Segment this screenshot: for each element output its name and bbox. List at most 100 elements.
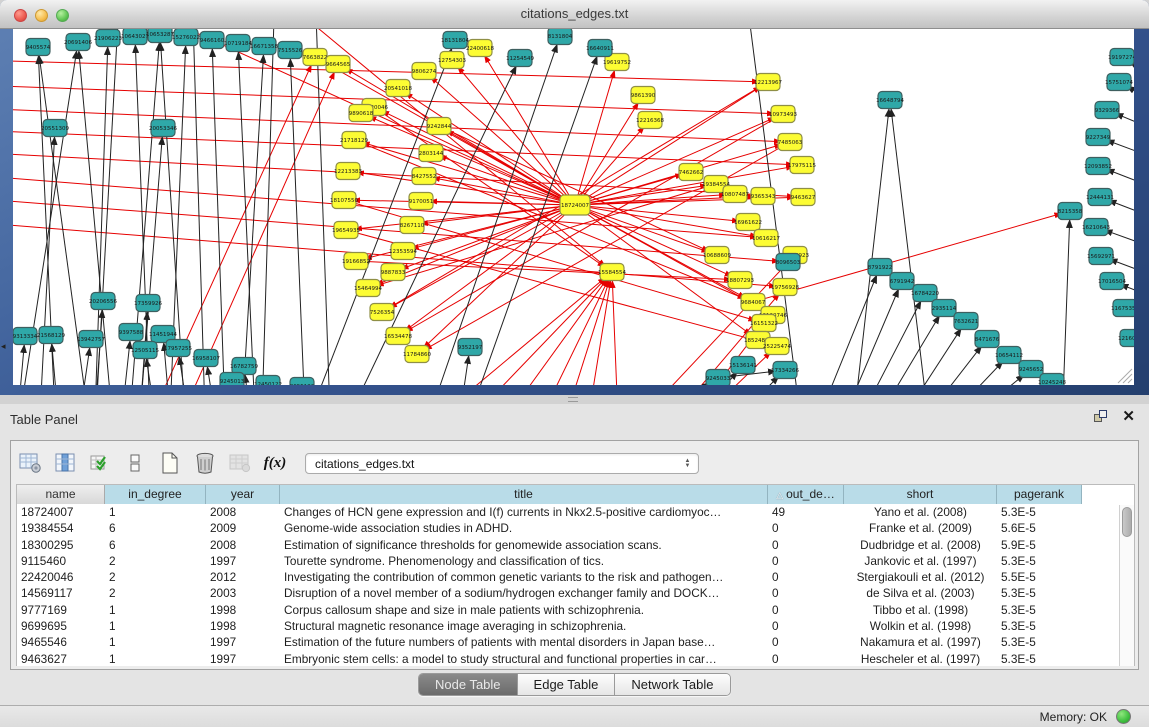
table-cell: 1998 — [206, 602, 280, 618]
table-cell: 1 — [105, 504, 206, 520]
column-header-year[interactable]: year — [206, 485, 280, 504]
table-cell: 9465546 — [17, 634, 105, 650]
table-row[interactable]: 977716911998Corpus callosum shape and si… — [17, 602, 1134, 618]
table-cell: 2008 — [206, 537, 280, 553]
table-row[interactable]: 946554611997Estimation of the future num… — [17, 634, 1134, 650]
table-settings-icon[interactable] — [17, 450, 43, 476]
horizontal-splitter[interactable] — [0, 395, 1149, 404]
status-bar: Memory: OK — [0, 705, 1149, 727]
table-row[interactable]: 2242004622012Investigating the contribut… — [17, 569, 1134, 585]
table-cell: 1 — [105, 651, 206, 666]
table-cell: Hescheler et al. (1997) — [844, 651, 997, 666]
table-cell: 18300295 — [17, 537, 105, 553]
table-cell: 0 — [768, 585, 844, 601]
sort-ascending-icon: △ — [776, 490, 783, 500]
rows-icon[interactable] — [122, 450, 148, 476]
column-header-short[interactable]: short — [844, 485, 997, 504]
panel-title: Table Panel — [10, 412, 78, 427]
table-check-icon[interactable] — [87, 450, 113, 476]
table-cell: Estimation of significance thresholds fo… — [280, 537, 768, 553]
close-panel-icon[interactable]: ✕ — [1122, 410, 1135, 423]
table-cell: 5.6E-5 — [997, 520, 1082, 536]
table-cell: 22420046 — [17, 569, 105, 585]
table-cell: Yano et al. (2008) — [844, 504, 997, 520]
table-cell: 2 — [105, 569, 206, 585]
dropdown-stepper-icon: ▲▼ — [680, 456, 695, 472]
table-row[interactable]: 911546021997Tourette syndrome. Phenomeno… — [17, 553, 1134, 569]
table-cell: 1998 — [206, 618, 280, 634]
table-cell: 9699695 — [17, 618, 105, 634]
table-body: 1872400712008Changes of HCN gene express… — [17, 504, 1134, 666]
table-cell: 18724007 — [17, 504, 105, 520]
column-header-in-degree[interactable]: in_degree — [105, 485, 206, 504]
table-cell: 49 — [768, 504, 844, 520]
column-header-filler — [1082, 485, 1134, 504]
table-cell: 5.3E-5 — [997, 634, 1082, 650]
network-canvas[interactable] — [13, 29, 1134, 385]
table-row[interactable]: 1456911722003Disruption of a novel membe… — [17, 585, 1134, 601]
table-cell: 2003 — [206, 585, 280, 601]
memory-status-label: Memory: OK — [1040, 710, 1107, 724]
table-cell: 2 — [105, 585, 206, 601]
table-cell: de Silva et al. (2003) — [844, 585, 997, 601]
tab-node-table[interactable]: Node Table — [419, 674, 518, 695]
table-cell: Disruption of a novel member of a sodium… — [280, 585, 768, 601]
scrollbar-thumb[interactable] — [1122, 507, 1132, 537]
network-select-value: citations_edges.txt — [315, 457, 414, 471]
table-cell: Tibbo et al. (1998) — [844, 602, 997, 618]
table-column-icon[interactable] — [52, 450, 78, 476]
table-cell: 5.5E-5 — [997, 569, 1082, 585]
table-toolbar: f(x) citations_edges.txt ▲▼ — [17, 445, 699, 481]
citation-edge-black — [1139, 343, 1149, 358]
table-cell: 5.3E-5 — [997, 602, 1082, 618]
table-cell: 5.3E-5 — [997, 504, 1082, 520]
table-cell: 5.9E-5 — [997, 537, 1082, 553]
table-type-tabbar: Node Table Edge Table Network Table — [0, 673, 1149, 697]
table-cell: Genome-wide association studies in ADHD. — [280, 520, 768, 536]
column-header-title[interactable]: title — [280, 485, 768, 504]
network-window-titlebar[interactable]: citations_edges.txt — [0, 0, 1149, 29]
table-cell: 9463627 — [17, 651, 105, 666]
new-file-icon[interactable] — [157, 450, 183, 476]
table-cell: Structural magnetic resonance image aver… — [280, 618, 768, 634]
table-cell: 1997 — [206, 553, 280, 569]
table-cell: 2012 — [206, 569, 280, 585]
citation-edge-black — [1133, 313, 1149, 330]
column-header-out-degree[interactable]: △out_de… — [768, 485, 844, 504]
network-select-dropdown[interactable]: citations_edges.txt ▲▼ — [305, 453, 699, 474]
table-cell: 5.3E-5 — [997, 553, 1082, 569]
table-row[interactable]: 1938455462009Genome-wide association stu… — [17, 520, 1134, 536]
table-cell: 2008 — [206, 504, 280, 520]
table-cell: 1997 — [206, 634, 280, 650]
table-cell: Investigating the contribution of common… — [280, 569, 768, 585]
table-cell: 1997 — [206, 651, 280, 666]
tab-edge-table[interactable]: Edge Table — [518, 674, 616, 695]
table-header-row: name in_degree year title △out_de… short… — [17, 485, 1134, 504]
float-panel-icon[interactable] — [1094, 410, 1108, 423]
table-row[interactable]: 1872400712008Changes of HCN gene express… — [17, 504, 1134, 520]
table-cell: 0 — [768, 520, 844, 536]
table-cell: 0 — [768, 634, 844, 650]
table-panel-body: f(x) citations_edges.txt ▲▼ name in_degr… — [10, 440, 1139, 670]
trash-icon[interactable] — [192, 450, 218, 476]
table-cell: Changes of HCN gene expression and I(f) … — [280, 504, 768, 520]
table-cell: 0 — [768, 569, 844, 585]
node-table: name in_degree year title △out_de… short… — [16, 484, 1135, 667]
table-cell: Estimation of the future numbers of pati… — [280, 634, 768, 650]
column-header-name[interactable]: name — [17, 485, 105, 504]
table-cell: 0 — [768, 537, 844, 553]
table-cell: 0 — [768, 553, 844, 569]
table-cell: 14569117 — [17, 585, 105, 601]
table-row[interactable]: 1830029562008Estimation of significance … — [17, 537, 1134, 553]
vertical-scrollbar[interactable] — [1119, 505, 1134, 667]
table-cell: Nakamura et al. (1997) — [844, 634, 997, 650]
table-cell: 19384554 — [17, 520, 105, 536]
panel-collapse-icon[interactable]: ◂ — [1, 341, 6, 352]
table-row[interactable]: 969969511998Structural magnetic resonanc… — [17, 618, 1134, 634]
table-row[interactable]: 946362711997Embryonic stem cells: a mode… — [17, 651, 1134, 666]
network-window: citations_edges.txt 18724007224200469890… — [0, 0, 1149, 395]
column-header-pagerank[interactable]: pagerank — [997, 485, 1082, 504]
function-icon[interactable]: f(x) — [262, 450, 288, 476]
tab-network-table[interactable]: Network Table — [615, 674, 729, 695]
table-cell: 0 — [768, 618, 844, 634]
